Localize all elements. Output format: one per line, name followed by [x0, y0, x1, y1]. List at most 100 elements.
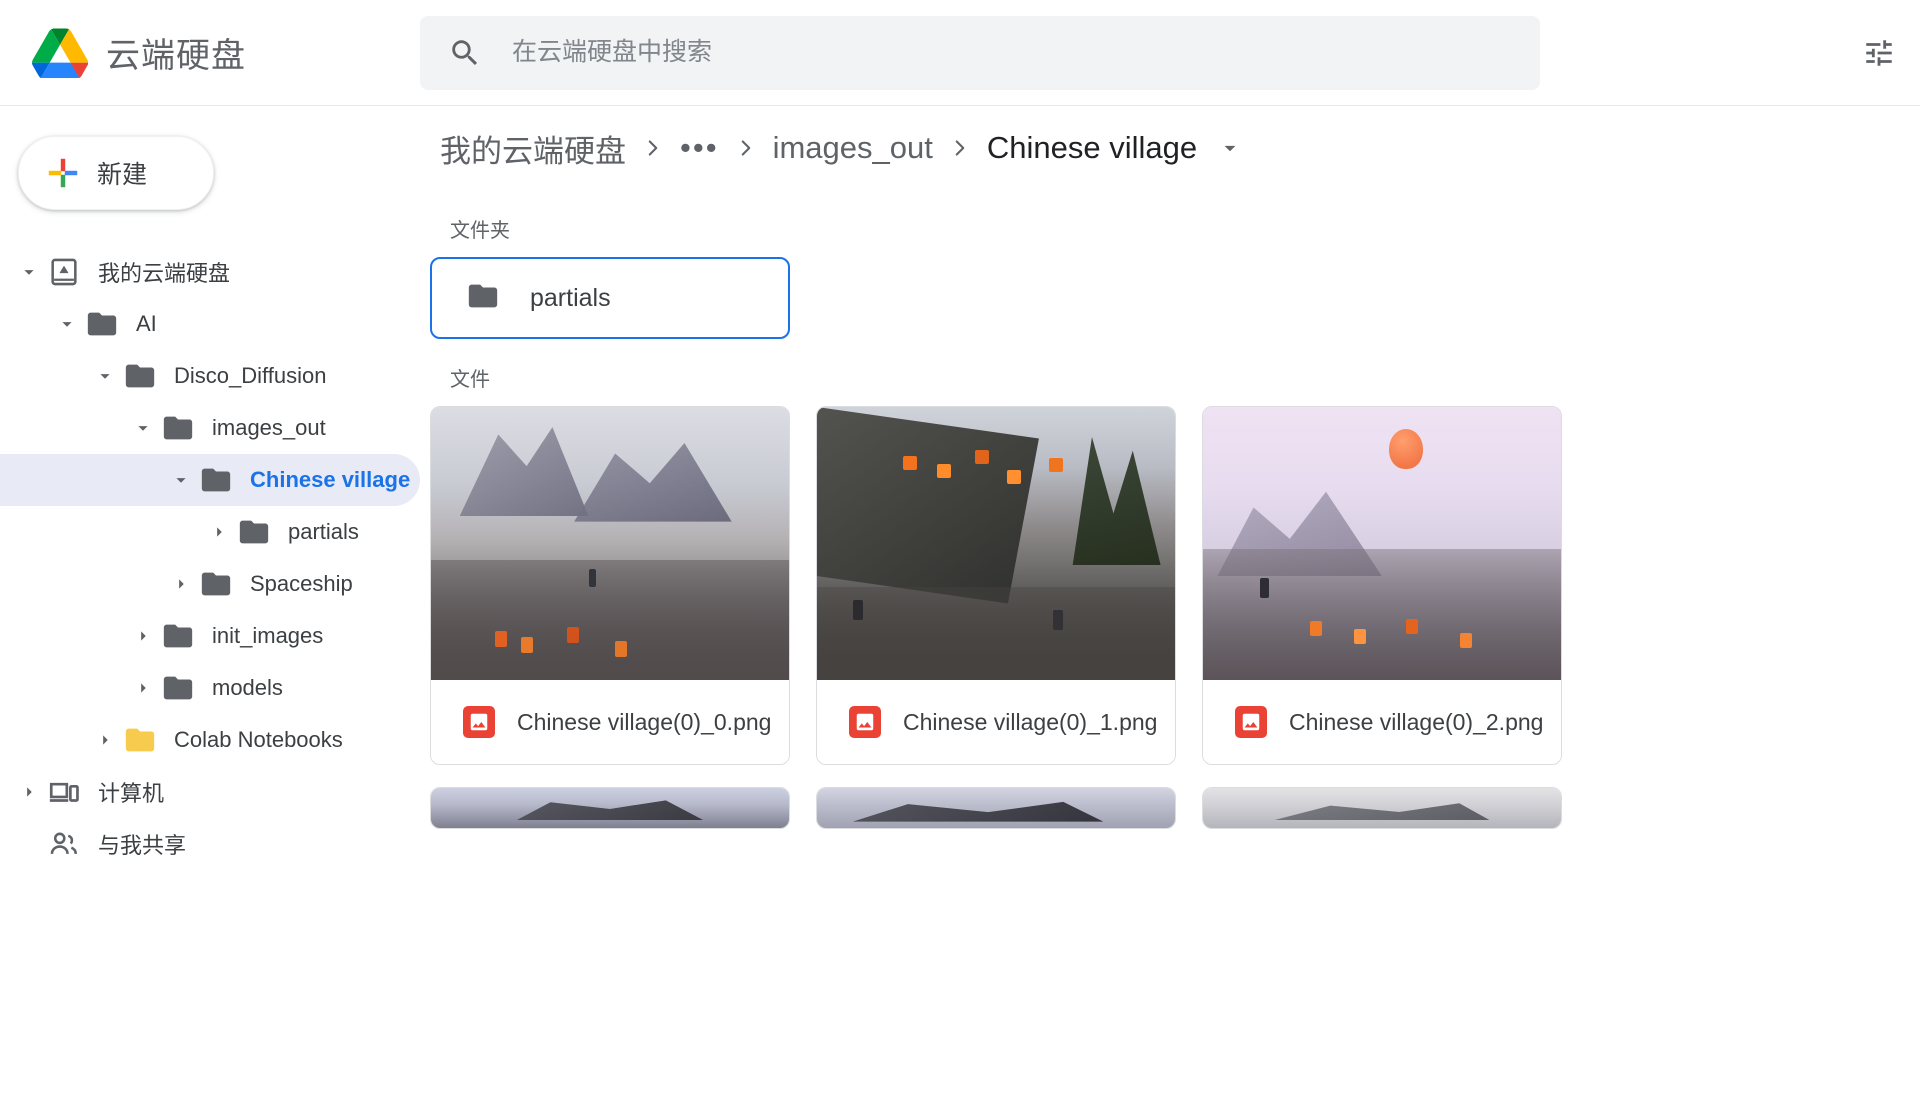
- file-thumbnail: [817, 788, 1175, 828]
- main-content: 我的云端硬盘 ••• images_out Chinese village 文件夹 p…: [420, 106, 1920, 1101]
- sidebar-item-label: AI: [136, 311, 157, 337]
- sidebar-item-images-out[interactable]: images_out: [0, 402, 420, 454]
- new-button-label: 新建: [97, 155, 147, 191]
- tune-filter-icon[interactable]: [1862, 36, 1896, 70]
- folder-icon: [120, 356, 160, 396]
- chevron-right-icon: [630, 135, 676, 161]
- shared-with-me-icon: [44, 824, 84, 864]
- image-file-icon: [463, 706, 495, 738]
- file-thumbnail: [1203, 407, 1561, 680]
- sidebar-item-ai[interactable]: AI: [0, 298, 420, 350]
- breadcrumb-item[interactable]: Chinese village: [983, 130, 1201, 166]
- brand[interactable]: 云端硬盘: [0, 28, 420, 78]
- sidebar-item-label: 与我共享: [98, 828, 186, 860]
- file-card[interactable]: Chinese village(0)_0.png: [430, 406, 790, 765]
- file-card[interactable]: [430, 787, 790, 829]
- folders-section-title: 文件夹: [420, 190, 1920, 257]
- file-meta: Chinese village(0)_0.png: [431, 680, 789, 764]
- file-card[interactable]: [816, 787, 1176, 829]
- file-thumbnail: [817, 407, 1175, 680]
- chevron-right-icon: [937, 135, 983, 161]
- chevron-right-icon[interactable]: [128, 621, 158, 651]
- folder-icon: [466, 279, 500, 318]
- file-thumbnail: [431, 407, 789, 680]
- breadcrumb: 我的云端硬盘 ••• images_out Chinese village: [420, 106, 1920, 190]
- file-name: Chinese village(0)_0.png: [517, 709, 771, 736]
- search-box[interactable]: [420, 16, 1540, 90]
- folder-icon: [158, 616, 198, 656]
- sidebar-item-label: Disco_Diffusion: [174, 363, 326, 389]
- file-grid: Chinese village(0)_0.png Chinese village(…: [420, 406, 1920, 765]
- sidebar-item-label: 我的云端硬盘: [98, 256, 230, 288]
- folder-tree: 我的云端硬盘 AI Disco_Diffusion images_out Chinese…: [0, 246, 420, 870]
- image-file-icon: [849, 706, 881, 738]
- chevron-down-icon[interactable]: [166, 465, 196, 495]
- search-icon: [448, 36, 482, 70]
- chevron-down-icon[interactable]: [14, 257, 44, 287]
- file-meta: Chinese village(0)_1.png: [817, 680, 1175, 764]
- search-input[interactable]: [512, 38, 1512, 67]
- chevron-down-icon[interactable]: [90, 361, 120, 391]
- sidebar-item-partials[interactable]: partials: [0, 506, 420, 558]
- search-area: [420, 16, 1920, 90]
- sidebar-item-models[interactable]: models: [0, 662, 420, 714]
- sidebar-item-label: Chinese village: [250, 467, 410, 493]
- sidebar-item-label: images_out: [212, 415, 326, 441]
- sidebar-item-label: 计算机: [98, 776, 164, 808]
- breadcrumb-overflow-button[interactable]: •••: [676, 130, 723, 166]
- sidebar-item-label: Colab Notebooks: [174, 727, 343, 753]
- file-meta: Chinese village(0)_2.png: [1203, 680, 1561, 764]
- app-title: 云端硬盘: [106, 28, 246, 77]
- chevron-right-icon[interactable]: [166, 569, 196, 599]
- folder-card[interactable]: partials: [430, 257, 790, 339]
- file-thumbnail: [1203, 788, 1561, 828]
- drive-triangle-logo-icon: [32, 28, 88, 78]
- sidebar-item-colab-notebooks[interactable]: Colab Notebooks: [0, 714, 420, 766]
- folder-icon: [120, 720, 160, 760]
- sidebar-item-与我共享[interactable]: 与我共享: [0, 818, 420, 870]
- sidebar-item-disco-diffusion[interactable]: Disco_Diffusion: [0, 350, 420, 402]
- sidebar: 新建 我的云端硬盘 AI Disco_Diffusion images_out Chin…: [0, 106, 420, 1101]
- sidebar-item-label: Spaceship: [250, 571, 353, 597]
- file-card[interactable]: [1202, 787, 1562, 829]
- chevron-right-icon[interactable]: [90, 725, 120, 755]
- folder-icon: [82, 304, 122, 344]
- sidebar-item-label: models: [212, 675, 283, 701]
- colored-plus-icon: [47, 157, 79, 189]
- file-card[interactable]: Chinese village(0)_1.png: [816, 406, 1176, 765]
- folder-icon: [196, 460, 236, 500]
- sidebar-item-label: partials: [288, 519, 359, 545]
- computer-icon: [44, 772, 84, 812]
- sidebar-item-计算机[interactable]: 计算机: [0, 766, 420, 818]
- sidebar-item-init-images[interactable]: init_images: [0, 610, 420, 662]
- chevron-down-icon[interactable]: [128, 413, 158, 443]
- chevron-right-icon[interactable]: [128, 673, 158, 703]
- image-file-icon: [1235, 706, 1267, 738]
- chevron-right-icon[interactable]: [204, 517, 234, 547]
- folder-icon: [158, 408, 198, 448]
- new-button[interactable]: 新建: [18, 136, 214, 210]
- breadcrumb-item[interactable]: images_out: [769, 130, 937, 166]
- file-card[interactable]: Chinese village(0)_2.png: [1202, 406, 1562, 765]
- folder-grid: partials: [420, 257, 1920, 339]
- sidebar-item-我的云端硬盘[interactable]: 我的云端硬盘: [0, 246, 420, 298]
- file-name: Chinese village(0)_1.png: [903, 709, 1157, 736]
- app-header: 云端硬盘: [0, 0, 1920, 106]
- file-thumbnail: [431, 788, 789, 828]
- breadcrumb-item[interactable]: 我的云端硬盘: [436, 126, 630, 171]
- chevron-down-icon[interactable]: [52, 309, 82, 339]
- folder-card-name: partials: [530, 284, 611, 313]
- files-section-title: 文件: [420, 339, 1920, 406]
- folder-icon: [158, 668, 198, 708]
- folder-icon: [196, 564, 236, 604]
- drive-app: 云端硬盘: [0, 0, 1920, 1101]
- file-name: Chinese village(0)_2.png: [1289, 709, 1543, 736]
- folder-icon: [234, 512, 274, 552]
- my-drive-icon: [44, 252, 84, 292]
- body: 新建 我的云端硬盘 AI Disco_Diffusion images_out Chin…: [0, 106, 1920, 1101]
- breadcrumb-dropdown-icon[interactable]: [1217, 135, 1243, 161]
- sidebar-item-chinese-village[interactable]: Chinese village: [0, 454, 420, 506]
- chevron-right-icon[interactable]: [14, 777, 44, 807]
- sidebar-item-spaceship[interactable]: Spaceship: [0, 558, 420, 610]
- chevron-right-icon: [723, 135, 769, 161]
